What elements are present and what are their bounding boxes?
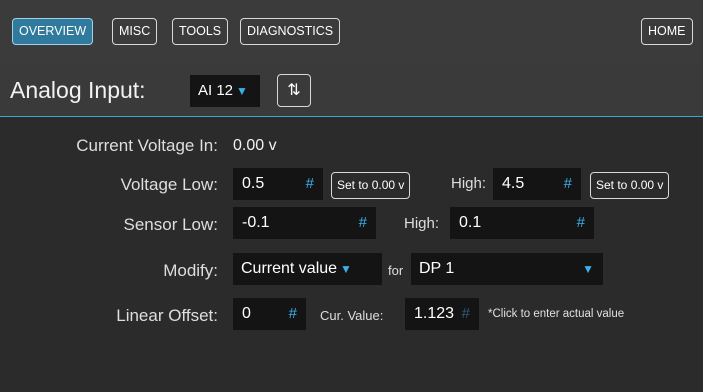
- current-voltage-label: Current Voltage In:: [76, 136, 218, 155]
- modify-select-value: Current value: [241, 260, 338, 277]
- voltage-high-set-button[interactable]: Set to 0.00 v: [590, 172, 670, 199]
- modify-select[interactable]: Current value ▼: [233, 253, 382, 285]
- voltage-high-field[interactable]: 4.5 #: [493, 168, 581, 200]
- hash-icon: #: [563, 175, 572, 192]
- hash-icon: #: [305, 175, 314, 192]
- analog-input-header: Analog Input:: [0, 65, 703, 117]
- sensor-high-value: 0.1: [459, 214, 482, 231]
- hash-icon: #: [358, 214, 367, 231]
- chevron-down-icon: ▼: [582, 262, 594, 276]
- sensor-high-field[interactable]: 0.1 #: [450, 207, 594, 239]
- current-voltage-value: 0.00 v: [233, 137, 277, 154]
- page-title: Analog Input:: [10, 77, 146, 103]
- voltage-high-value: 4.5: [502, 175, 525, 192]
- cur-value-label: Cur. Value:: [320, 308, 384, 323]
- sort-button[interactable]: ⇅: [277, 74, 311, 107]
- sensor-low-label: Sensor Low:: [123, 215, 219, 234]
- hash-icon: #: [576, 214, 585, 231]
- cur-value-field[interactable]: 1.123 #: [405, 298, 479, 330]
- for-label: for: [388, 263, 404, 278]
- sensor-high-label: High:: [404, 215, 440, 232]
- analog-input-select[interactable]: AI 12 ▼: [190, 75, 260, 107]
- cur-value-value: 1.123: [414, 305, 455, 322]
- voltage-high-label: High:: [451, 175, 487, 192]
- modify-label: Modify:: [163, 261, 218, 280]
- nav-misc-button[interactable]: MISC: [112, 18, 158, 45]
- chevron-down-icon: ▼: [236, 84, 248, 98]
- nav-diagnostics-button[interactable]: DIAGNOSTICS: [240, 18, 341, 45]
- linear-offset-field[interactable]: 0 #: [233, 298, 306, 330]
- analog-input-select-value: AI 12: [198, 82, 234, 99]
- nav-overview-button[interactable]: OVERVIEW: [12, 18, 94, 45]
- dp-select-value: DP 1: [419, 260, 455, 277]
- top-nav-bar: OVERVIEW MISC TOOLS DIAGNOSTICS HOME: [0, 0, 703, 65]
- hash-icon: #: [288, 305, 297, 322]
- voltage-low-label: Voltage Low:: [120, 175, 218, 194]
- sort-icon: ⇅: [287, 82, 301, 99]
- cur-value-note: *Click to enter actual value: [488, 308, 625, 320]
- sensor-low-field[interactable]: -0.1 #: [233, 207, 376, 239]
- dp-select[interactable]: DP 1 ▼: [411, 253, 603, 285]
- nav-home-button[interactable]: HOME: [641, 18, 693, 45]
- linear-offset-value: 0: [242, 305, 251, 322]
- voltage-low-value: 0.5: [242, 175, 265, 192]
- voltage-low-field[interactable]: 0.5 #: [233, 168, 323, 200]
- chevron-down-icon: ▼: [340, 262, 352, 276]
- hash-icon: #: [461, 305, 470, 322]
- linear-offset-label: Linear Offset:: [116, 306, 218, 325]
- sensor-low-value: -0.1: [242, 214, 270, 231]
- voltage-low-set-button[interactable]: Set to 0.00 v: [331, 172, 411, 199]
- nav-tools-button[interactable]: TOOLS: [172, 18, 229, 45]
